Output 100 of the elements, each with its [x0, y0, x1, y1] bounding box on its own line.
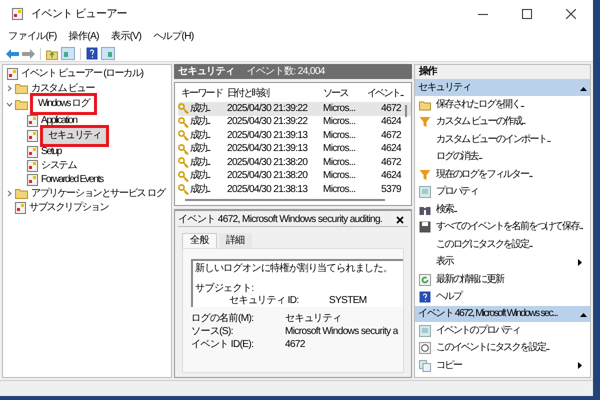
folder-up-icon[interactable] [46, 48, 58, 60]
tree-item[interactable]: Windows ログ [30, 93, 98, 115]
close-icon[interactable] [396, 216, 404, 224]
field-value: 4672 [285, 339, 305, 351]
section-header[interactable]: セキュリティ [415, 80, 590, 96]
folder-icon [15, 188, 28, 199]
field-label: ログの名前(M): [191, 313, 254, 325]
help-icon[interactable] [86, 47, 98, 60]
action-item[interactable]: このイベントにタスクを設定... [436, 342, 582, 354]
event-row[interactable]: 成功... 2025/04/30 21:38:13 Micros... 5379 [178, 183, 411, 196]
action-item[interactable]: 保存されたログを開く... [436, 98, 582, 111]
column-header[interactable]: 日付と時刻 [224, 88, 320, 100]
action-item[interactable]: 検索... [436, 204, 582, 216]
column-header[interactable]: イベント... [364, 88, 410, 100]
action-item[interactable]: すべてのイベントを名前をつけて保存... [436, 221, 582, 234]
table-cell: 4624 [381, 116, 401, 128]
menu-item[interactable]: 操作(A) [68, 31, 99, 43]
chevron-right-icon[interactable] [6, 190, 13, 197]
column-header[interactable]: キーワード [178, 88, 224, 100]
tree-item[interactable]: Forwarded Events [40, 174, 104, 186]
table-cell: 2025/04/30 21:39:13 [227, 130, 308, 142]
collapse-icon[interactable] [580, 86, 587, 90]
action-item[interactable]: コピー [436, 360, 573, 372]
action-item[interactable]: このログにタスクを設定... [436, 238, 582, 251]
log-icon [27, 114, 38, 126]
log-icon [27, 130, 38, 142]
app-icon [12, 8, 23, 20]
menu-item[interactable]: 表示(V) [110, 31, 142, 43]
actions-title: 操作 [419, 66, 436, 78]
action-item[interactable]: ログの消去... [436, 151, 582, 164]
tree-item[interactable]: Setup [40, 146, 62, 158]
key-icon [178, 103, 189, 114]
folder-icon [15, 83, 28, 94]
key-icon [178, 170, 189, 182]
filter-icon [419, 116, 431, 128]
action-item[interactable]: カスタム ビューのインポート... [436, 134, 582, 146]
refresh-icon [419, 274, 431, 286]
event-row[interactable]: 成功... 2025/04/30 21:39:22 Micros... 4672 [178, 102, 411, 116]
table-cell: Micros... [323, 184, 356, 196]
table-cell: 成功... [190, 156, 210, 169]
log-title: セキュリティ [178, 66, 234, 78]
table-cell: 成功... [190, 130, 210, 142]
log-icon [27, 146, 38, 158]
action-item[interactable]: 現在のログをフィルター... [436, 168, 582, 181]
table-cell: Micros... [323, 156, 356, 169]
tree-item[interactable]: サブスクリプション [28, 202, 110, 214]
table-cell: 4624 [381, 170, 401, 182]
tree-item[interactable]: イベント ビューアー (ローカル) [20, 68, 144, 80]
column-header[interactable]: ソース [320, 88, 364, 100]
table-cell: 4672 [381, 102, 401, 115]
collapse-icon[interactable] [580, 312, 587, 316]
action-item[interactable]: イベントのプロパティ [436, 324, 582, 337]
forward-arrow-icon[interactable] [22, 48, 35, 58]
table-cell: Micros... [323, 143, 356, 156]
chevron-down-icon[interactable] [6, 100, 13, 108]
security-id-value: SYSTEM [329, 295, 367, 307]
folder-icon [15, 98, 28, 110]
action-item[interactable]: 最新の情報に更新 [436, 274, 582, 286]
table-cell: Micros... [323, 170, 356, 182]
tab[interactable]: 詳細 [218, 233, 252, 248]
section-header[interactable]: イベント 4672, Microsoft Windows sec... [415, 306, 590, 322]
tree-item[interactable]: システム [40, 160, 78, 172]
action-item[interactable]: ヘルプ [436, 291, 582, 304]
log-icon [15, 202, 26, 214]
log-icon [27, 174, 38, 186]
field-value: セキュリティ [285, 313, 342, 325]
key-icon [178, 157, 189, 168]
table-cell: Micros... [323, 102, 356, 115]
table-cell: 2025/04/30 21:38:13 [227, 184, 308, 196]
event-row[interactable]: 成功... 2025/04/30 21:39:13 Micros... 4672 [178, 129, 411, 142]
tree-item[interactable]: アプリケーションとサービス ログ [30, 188, 166, 200]
tree-item[interactable]: カスタム ビュー [30, 82, 96, 94]
chevron-right-icon[interactable] [6, 85, 13, 92]
security-id-label: セキュリティ ID: [229, 295, 300, 307]
back-arrow-icon[interactable] [6, 48, 19, 58]
tab[interactable]: 全般 [182, 233, 217, 248]
event-row[interactable]: 成功... 2025/04/30 21:39:22 Micros... 4624 [178, 116, 411, 129]
help-icon [419, 291, 431, 304]
action-item[interactable]: プロパティ [436, 186, 582, 198]
event-row[interactable]: 成功... 2025/04/30 21:39:13 Micros... 4624 [178, 142, 411, 156]
action-item[interactable]: カスタム ビューの作成... [436, 116, 582, 128]
key-icon [178, 144, 189, 155]
action-item[interactable]: 表示 [436, 256, 573, 268]
horizontal-scrollbar[interactable] [185, 199, 385, 201]
event-row[interactable]: 成功... 2025/04/30 21:38:20 Micros... 4624 [178, 170, 411, 183]
tree-item[interactable]: セキュリティ [40, 125, 109, 147]
sheet-icon [419, 324, 431, 337]
table-cell: 2025/04/30 21:39:22 [227, 102, 308, 115]
table-cell: 成功... [190, 170, 210, 182]
save-icon [419, 221, 431, 234]
event-row[interactable]: 成功... 2025/04/30 21:38:20 Micros... 4672 [178, 156, 411, 170]
table-cell: 2025/04/30 21:39:13 [227, 143, 308, 156]
menu-item[interactable]: ファイル(F) [8, 31, 57, 43]
vertical-scrollbar[interactable] [405, 105, 407, 117]
submenu-arrow-icon [578, 362, 582, 370]
table-cell: 成功... [190, 184, 210, 196]
table-cell: 成功... [190, 143, 210, 156]
menu-item[interactable]: ヘルプ(H) [153, 31, 194, 43]
tree-item[interactable]: Application [40, 114, 78, 126]
field-label: ソース(S): [191, 326, 234, 338]
